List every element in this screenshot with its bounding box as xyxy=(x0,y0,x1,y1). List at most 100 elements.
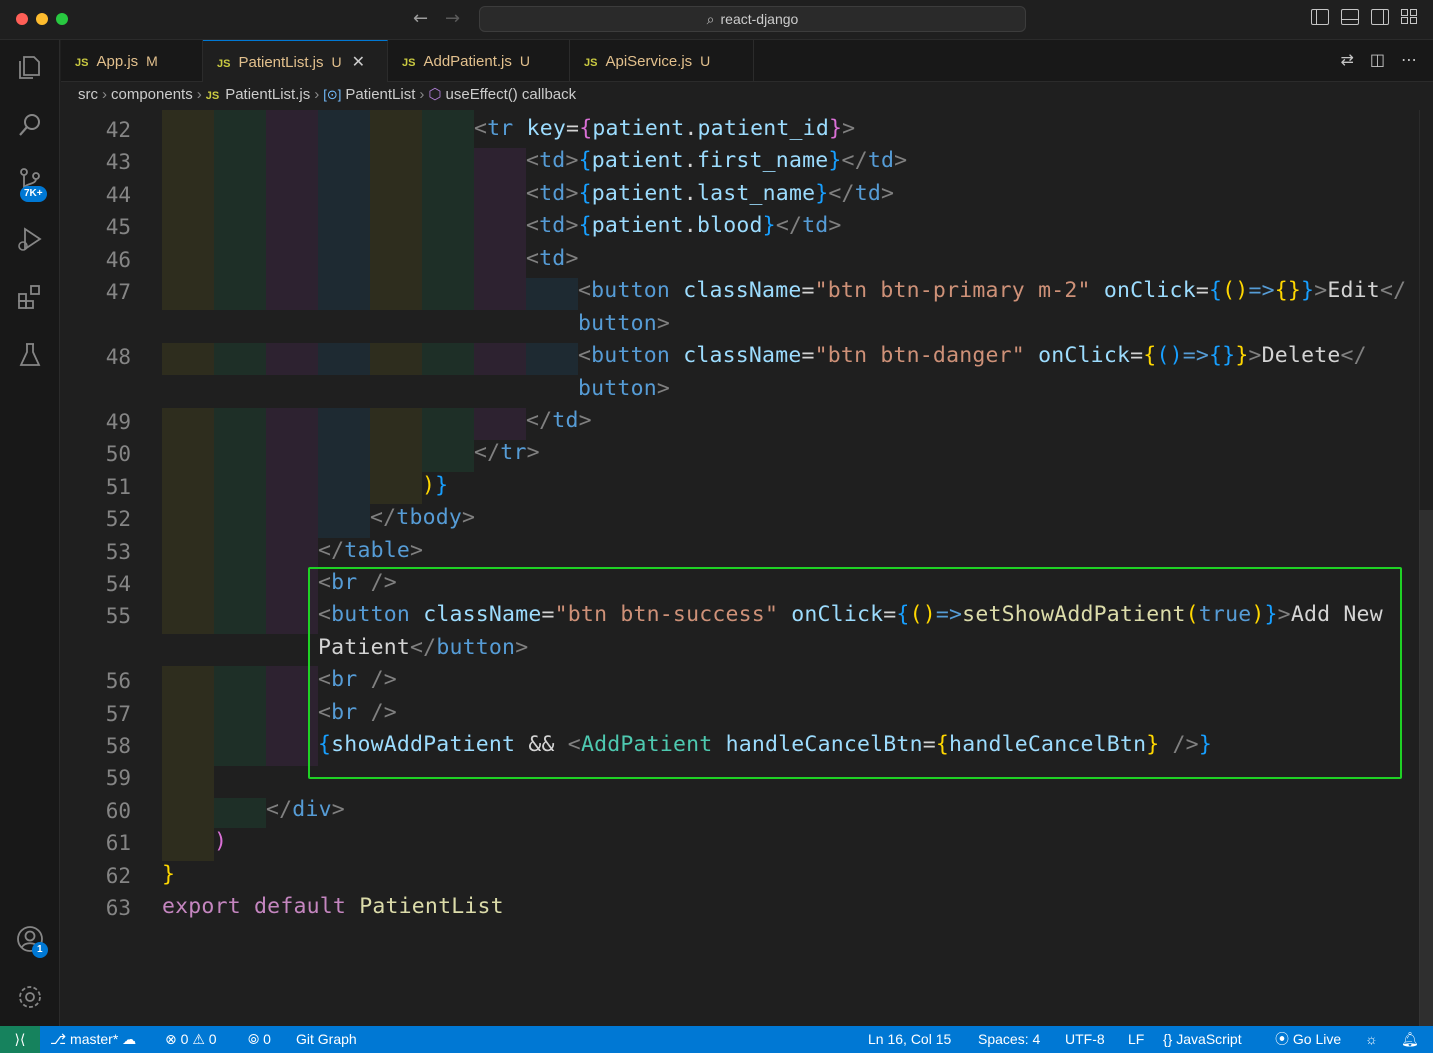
line-number: 61 xyxy=(105,831,131,855)
line-number: 60 xyxy=(105,799,131,823)
status-bar: ⟩⟨ ⎇ master* ☁ ⊗ 0 ⚠ 0 ⦾ 0 Git Graph Ln … xyxy=(0,1026,1433,1053)
code-line: <td>{patient.last_name}</td> xyxy=(526,181,895,206)
javascript-file-icon: JS xyxy=(584,57,598,69)
tab-status: M xyxy=(146,53,158,69)
code-line: ) xyxy=(214,829,228,854)
line-number: 46 xyxy=(105,248,131,272)
tab-addpatient-js[interactable]: JS AddPatient.js U xyxy=(388,40,570,82)
explorer-icon[interactable] xyxy=(15,52,45,82)
code-line: </table> xyxy=(318,538,424,563)
javascript-file-icon: JS xyxy=(205,90,220,102)
highlight-annotation-box xyxy=(308,567,1402,779)
indentation-status[interactable]: Spaces: 4 xyxy=(978,1026,1040,1053)
line-number: 44 xyxy=(105,183,131,207)
code-line: )} xyxy=(422,473,449,498)
code-line: <button className="btn btn-danger" onCli… xyxy=(578,343,1367,368)
forward-arrow-icon[interactable]: → xyxy=(445,8,460,29)
tab-label: App.js xyxy=(96,53,139,70)
vertical-scrollbar[interactable] xyxy=(1419,110,1433,1026)
tab-apiservice-js[interactable]: JS ApiService.js U xyxy=(570,40,754,82)
problems-status[interactable]: ⊗ 0 ⚠ 0 xyxy=(165,1026,217,1053)
code-editor[interactable]: 42 43 44 45 46 47 48 49 50 51 52 53 54 5… xyxy=(61,110,1433,1026)
notifications-bell-icon[interactable]: 🔔︎ xyxy=(1401,1026,1419,1053)
tab-patientlist-js[interactable]: JS PatientList.js U ✕ xyxy=(203,40,388,82)
remote-indicator-icon[interactable]: ⟩⟨ xyxy=(0,1026,40,1053)
line-number: 47 xyxy=(105,280,131,304)
chevron-right-icon: › xyxy=(419,86,425,103)
breadcrumb-item[interactable]: components xyxy=(111,86,193,103)
encoding-status[interactable]: UTF-8 xyxy=(1065,1026,1105,1053)
toggle-secondary-sidebar-icon[interactable] xyxy=(1371,9,1389,25)
code-line: <td> xyxy=(526,246,579,271)
close-tab-icon[interactable]: ✕ xyxy=(352,54,365,71)
git-graph-button[interactable]: Git Graph xyxy=(296,1026,357,1053)
line-number: 63 xyxy=(105,896,131,920)
code-line: </tbody> xyxy=(370,505,476,530)
accounts-badge: 1 xyxy=(32,942,48,958)
tab-status: U xyxy=(519,53,530,69)
variable-symbol-icon: [⊙] xyxy=(323,87,342,102)
line-number: 43 xyxy=(105,150,131,174)
ports-status[interactable]: ⦾ 0 xyxy=(248,1026,271,1053)
language-label: JavaScript xyxy=(1176,1031,1242,1047)
source-control-badge: 7K+ xyxy=(20,186,47,202)
code-line: <td>{patient.first_name}</td> xyxy=(526,148,908,173)
split-editor-icon[interactable]: ◫ xyxy=(1370,50,1385,70)
minimize-window-button[interactable] xyxy=(36,13,48,25)
broadcast-icon: ⦿ xyxy=(1275,1031,1289,1047)
manage-gear-icon[interactable] xyxy=(15,982,45,1012)
code-line: } xyxy=(162,862,176,887)
line-number: 52 xyxy=(105,507,131,531)
braces-icon: {} xyxy=(1163,1031,1173,1047)
breadcrumb-item[interactable]: PatientList xyxy=(345,86,415,103)
breadcrumb-item[interactable]: useEffect() callback xyxy=(446,86,577,103)
line-number: 42 xyxy=(105,118,131,142)
eol-status[interactable]: LF xyxy=(1128,1026,1144,1053)
toggle-primary-sidebar-icon[interactable] xyxy=(1311,9,1329,25)
sync-icon: ☁ xyxy=(122,1031,137,1047)
extensions-icon[interactable] xyxy=(15,282,45,312)
tab-app-js[interactable]: JS App.js M xyxy=(61,40,203,82)
line-number: 51 xyxy=(105,475,131,499)
toggle-panel-icon[interactable] xyxy=(1341,9,1359,25)
activity-bar: 7K+ 1 xyxy=(0,40,60,1026)
maximize-window-button[interactable] xyxy=(56,13,68,25)
feedback-icon[interactable]: ☼ xyxy=(1365,1026,1378,1053)
ports-count: 0 xyxy=(263,1031,271,1047)
error-count: 0 xyxy=(180,1031,189,1047)
breadcrumb-item[interactable]: PatientList.js xyxy=(225,86,310,103)
back-arrow-icon[interactable]: ← xyxy=(413,8,428,29)
search-icon: ⌕ xyxy=(706,11,715,27)
customize-layout-icon[interactable] xyxy=(1401,9,1419,25)
tab-label: PatientList.js xyxy=(238,54,324,71)
more-actions-icon[interactable]: ⋯ xyxy=(1401,50,1417,70)
line-number: 53 xyxy=(105,540,131,564)
line-number: 62 xyxy=(105,864,131,888)
open-changes-icon[interactable]: ⇄ xyxy=(1340,50,1353,70)
editor-tab-bar: JS App.js M JS PatientList.js U ✕ JS AddPatien… xyxy=(61,40,1433,82)
command-center-search[interactable]: ⌕ react-django xyxy=(479,6,1026,32)
javascript-file-icon: JS xyxy=(75,57,89,69)
git-branch-status[interactable]: ⎇ master* ☁ xyxy=(50,1026,136,1053)
go-live-button[interactable]: ⦿ Go Live xyxy=(1275,1026,1341,1053)
close-window-button[interactable] xyxy=(16,13,28,25)
run-and-debug-icon[interactable] xyxy=(15,224,45,254)
code-line: export default PatientList xyxy=(162,894,504,919)
testing-icon[interactable] xyxy=(15,340,45,370)
breadcrumb-item[interactable]: src xyxy=(78,86,98,103)
go-live-label: Go Live xyxy=(1292,1031,1342,1047)
tab-label: AddPatient.js xyxy=(423,53,512,70)
breadcrumb: src › components › JS PatientList.js › [⊙] Patie… xyxy=(61,83,1433,109)
cursor-position[interactable]: Ln 16, Col 15 xyxy=(868,1026,951,1053)
code-line: button> xyxy=(578,311,671,336)
scrollbar-thumb[interactable] xyxy=(1419,510,1433,1026)
chevron-right-icon: › xyxy=(314,86,320,103)
javascript-file-icon: JS xyxy=(402,57,416,69)
line-number: 55 xyxy=(105,604,131,628)
language-mode[interactable]: {} JavaScript xyxy=(1163,1026,1242,1053)
search-icon[interactable] xyxy=(15,110,45,140)
line-number: 48 xyxy=(105,345,131,369)
code-line: </td> xyxy=(526,408,592,433)
line-number: 49 xyxy=(105,410,131,434)
chevron-right-icon: › xyxy=(196,86,202,103)
